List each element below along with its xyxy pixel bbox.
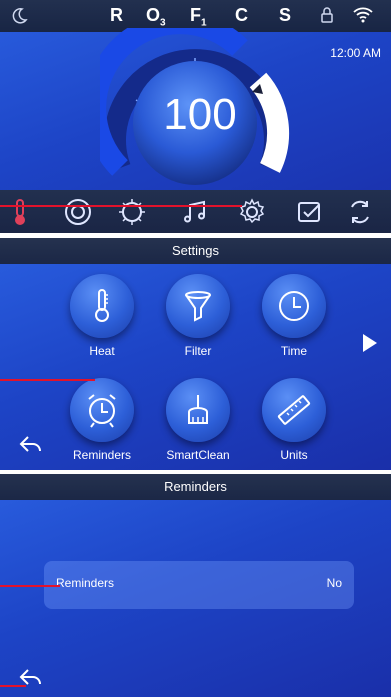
refresh-icon[interactable] bbox=[340, 194, 380, 230]
pump-icon[interactable] bbox=[58, 194, 98, 230]
units-label: Units bbox=[280, 448, 308, 462]
settings-icon[interactable] bbox=[232, 194, 272, 230]
heat-tile[interactable]: Heat bbox=[62, 274, 142, 358]
settings-screen: Settings Heat Filter Time Reminders Smar… bbox=[0, 238, 391, 470]
callout-line-reminders-tile bbox=[0, 379, 95, 381]
reminders-toggle-row[interactable]: Reminders No bbox=[44, 561, 354, 609]
thermometer-icon bbox=[70, 274, 134, 338]
callout-line-back bbox=[0, 685, 26, 687]
settings-title: Settings bbox=[0, 238, 391, 264]
moon-icon bbox=[10, 6, 28, 29]
filter-icon bbox=[166, 274, 230, 338]
reminders-row-label: Reminders bbox=[56, 576, 115, 590]
status-c: C bbox=[235, 5, 248, 25]
filter-tile[interactable]: Filter bbox=[158, 274, 238, 358]
wifi-icon bbox=[352, 6, 374, 29]
smartclean-tile[interactable]: SmartClean bbox=[158, 378, 238, 462]
bottom-nav-bar bbox=[0, 190, 391, 233]
music-icon[interactable] bbox=[176, 194, 216, 230]
time-label: Time bbox=[280, 344, 308, 358]
clock-time: 12:00 AM bbox=[330, 46, 381, 60]
units-tile[interactable]: Units bbox=[254, 378, 334, 462]
lock-icon bbox=[320, 6, 334, 29]
reminders-label: Reminders bbox=[72, 448, 132, 462]
filter-label: Filter bbox=[184, 344, 212, 358]
light-icon[interactable] bbox=[112, 194, 152, 230]
alarm-icon bbox=[70, 378, 134, 442]
clock-icon bbox=[262, 274, 326, 338]
back-arrow-icon[interactable] bbox=[18, 667, 44, 692]
next-page-arrow[interactable] bbox=[361, 332, 379, 359]
reminders-title: Reminders bbox=[0, 474, 391, 500]
temperature-value: 100 bbox=[163, 90, 237, 139]
status-s: S bbox=[279, 5, 292, 25]
status-f1: F1 bbox=[190, 5, 207, 29]
ruler-icon bbox=[262, 378, 326, 442]
back-arrow-icon[interactable] bbox=[18, 434, 44, 459]
status-r: R bbox=[110, 5, 123, 25]
heat-label: Heat bbox=[89, 344, 115, 358]
broom-icon bbox=[166, 378, 230, 442]
callout-line-reminders-row bbox=[0, 585, 60, 587]
smartclean-label: SmartClean bbox=[166, 448, 230, 462]
reminders-tile[interactable]: Reminders bbox=[62, 378, 142, 462]
time-tile[interactable]: Time bbox=[254, 274, 334, 358]
status-o3: O3 bbox=[146, 5, 166, 29]
callout-line-settings bbox=[0, 205, 242, 207]
thermometer-icon[interactable] bbox=[0, 194, 40, 230]
reminders-row-value: No bbox=[326, 576, 342, 590]
check-icon[interactable] bbox=[290, 194, 330, 230]
main-screen: R O3 F1 C S 12:00 AM 100 bbox=[0, 0, 391, 233]
